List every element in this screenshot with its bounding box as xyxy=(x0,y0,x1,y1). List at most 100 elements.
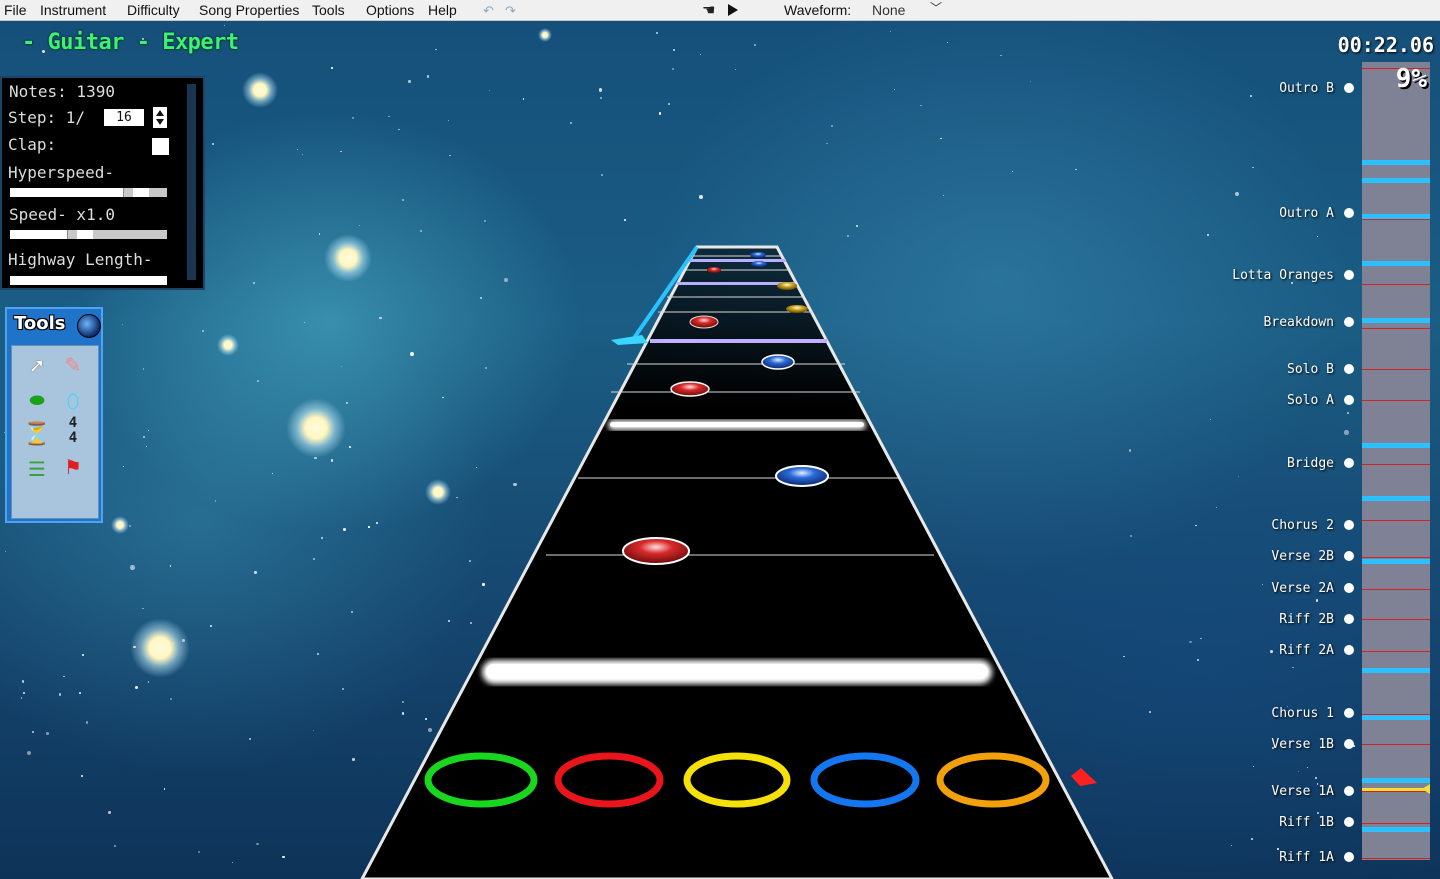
starpower-marker-line xyxy=(1362,214,1430,219)
strikeline-marker xyxy=(1071,768,1097,786)
highway-length-slider[interactable] xyxy=(10,276,167,285)
speed-label: Speed- x1.0 xyxy=(9,205,115,224)
section-label[interactable]: Outro B xyxy=(1154,81,1354,96)
starpower-marker-line xyxy=(1362,443,1430,448)
clap-label: Clap: xyxy=(8,135,57,154)
cursor-icon[interactable]: ➚ xyxy=(22,350,52,380)
song-time: 00:22.06 xyxy=(1337,33,1434,57)
clap-checkbox[interactable] xyxy=(152,138,169,155)
starpower-marker-line xyxy=(1362,668,1430,673)
section-icon[interactable]: ☰ xyxy=(22,454,52,484)
section-marker-line xyxy=(1362,858,1430,859)
section-label[interactable]: Verse 2B xyxy=(1154,549,1354,564)
section-label[interactable]: Riff 2B xyxy=(1154,612,1354,627)
globe-icon[interactable] xyxy=(77,314,101,338)
hyperspeed-slider[interactable] xyxy=(10,188,167,197)
hyperspeed-slider-knob[interactable] xyxy=(123,188,133,197)
starpower-marker-line xyxy=(1362,318,1430,323)
section-marker-line xyxy=(1362,464,1430,465)
section-label[interactable]: Verse 1B xyxy=(1154,737,1354,752)
speed-slider[interactable] xyxy=(10,230,167,239)
section-marker-line xyxy=(1362,823,1430,824)
section-label[interactable]: Solo A xyxy=(1154,393,1354,408)
section-marker-line xyxy=(1362,557,1430,558)
metronome-icon[interactable]: ⏳ xyxy=(22,420,52,450)
step-input[interactable]: 16 xyxy=(104,109,144,126)
section-dot-icon[interactable] xyxy=(1344,708,1354,718)
section-dot-icon[interactable] xyxy=(1344,364,1354,374)
speed-slider-track xyxy=(93,230,167,239)
chevron-up-icon[interactable] xyxy=(156,110,164,116)
progress-percent: 9% xyxy=(1395,64,1427,94)
section-label[interactable]: Chorus 2 xyxy=(1154,518,1354,533)
starpower-marker-line xyxy=(1362,827,1430,832)
step-stepper[interactable] xyxy=(153,107,167,128)
section-marker-line xyxy=(1362,369,1430,370)
playhead-marker[interactable] xyxy=(1362,788,1430,791)
section-dot-icon[interactable] xyxy=(1344,83,1354,93)
section-label[interactable]: Breakdown xyxy=(1154,315,1354,330)
section-label[interactable]: Riff 2A xyxy=(1154,643,1354,658)
section-label[interactable]: Solo B xyxy=(1154,362,1354,377)
section-marker-line xyxy=(1362,791,1430,792)
section-name: Riff 1A xyxy=(1279,850,1334,865)
section-name: Lotta Oranges xyxy=(1232,268,1334,283)
section-label[interactable]: Verse 1A xyxy=(1154,784,1354,799)
section-label[interactable]: Riff 1A xyxy=(1154,850,1354,865)
time-signature-icon[interactable]: 44 xyxy=(58,416,88,446)
section-marker-line xyxy=(1362,400,1430,401)
section-name: Riff 2A xyxy=(1279,643,1334,658)
starpower-marker-line xyxy=(1362,496,1430,501)
event-flag-icon[interactable]: ⚑ xyxy=(58,452,88,482)
chevron-down-icon[interactable] xyxy=(156,119,164,125)
section-dot-icon[interactable] xyxy=(1344,852,1354,862)
section-dot-icon[interactable] xyxy=(1344,786,1354,796)
highway-length-label: Highway Length- xyxy=(8,250,153,269)
hyperspeed-label: Hyperspeed- xyxy=(8,163,114,182)
starpower-marker-line xyxy=(1362,261,1430,266)
step-label: Step: 1/ xyxy=(8,108,86,127)
section-dot-icon[interactable] xyxy=(1344,395,1354,405)
panel-scrollbar[interactable] xyxy=(187,84,196,280)
section-name: Riff 1B xyxy=(1279,815,1334,830)
section-label[interactable]: Outro A xyxy=(1154,206,1354,221)
tools-panel: Tools ➚ ✎ ⬬ ⬯ ⏳ 44 ☰ ⚑ xyxy=(5,307,103,523)
section-label[interactable]: Chorus 1 xyxy=(1154,706,1354,721)
instrument-difficulty-title: - Guitar - Expert xyxy=(22,30,239,55)
section-name: Chorus 2 xyxy=(1271,518,1334,533)
tools-grid: ➚ ✎ ⬬ ⬯ ⏳ 44 ☰ ⚑ xyxy=(11,345,99,519)
note-icon[interactable]: ⬬ xyxy=(22,386,52,416)
section-dot-icon[interactable] xyxy=(1344,614,1354,624)
section-name: Outro A xyxy=(1279,206,1334,221)
section-dot-icon[interactable] xyxy=(1344,739,1354,749)
section-dot-icon[interactable] xyxy=(1344,520,1354,530)
info-panel: Notes: 1390 Step: 1/ 16 Clap: Hyperspeed… xyxy=(0,76,205,290)
section-name: Verse 1A xyxy=(1271,784,1334,799)
starpower-marker-line xyxy=(1362,160,1430,165)
section-dot-icon[interactable] xyxy=(1344,270,1354,280)
section-dot-icon[interactable] xyxy=(1344,645,1354,655)
section-dot-icon[interactable] xyxy=(1344,317,1354,327)
starpower-marker-line xyxy=(1362,715,1430,720)
starpower-icon[interactable]: ⬯ xyxy=(58,386,88,416)
starpower-marker-line xyxy=(1362,778,1430,783)
section-dot-icon[interactable] xyxy=(1344,551,1354,561)
note-count: Notes: 1390 xyxy=(9,82,115,101)
section-name: Bridge xyxy=(1287,456,1334,471)
section-name: Solo A xyxy=(1287,393,1334,408)
section-label[interactable]: Bridge xyxy=(1154,456,1354,471)
section-name: Verse 2B xyxy=(1271,549,1334,564)
section-dot-icon[interactable] xyxy=(1344,458,1354,468)
section-dot-icon[interactable] xyxy=(1344,817,1354,827)
section-dot-icon[interactable] xyxy=(1344,208,1354,218)
section-label[interactable]: Lotta Oranges xyxy=(1154,268,1354,283)
section-label[interactable]: Riff 1B xyxy=(1154,815,1354,830)
speed-slider-knob[interactable] xyxy=(67,230,77,239)
section-label[interactable]: Verse 2A xyxy=(1154,581,1354,596)
playhead-arrow-icon xyxy=(1422,784,1430,794)
song-progress-strip[interactable] xyxy=(1362,62,1430,860)
section-dot-icon[interactable] xyxy=(1344,583,1354,593)
section-marker-line xyxy=(1362,619,1430,620)
section-marker-line xyxy=(1362,520,1430,521)
eraser-icon[interactable]: ✎ xyxy=(58,350,88,380)
